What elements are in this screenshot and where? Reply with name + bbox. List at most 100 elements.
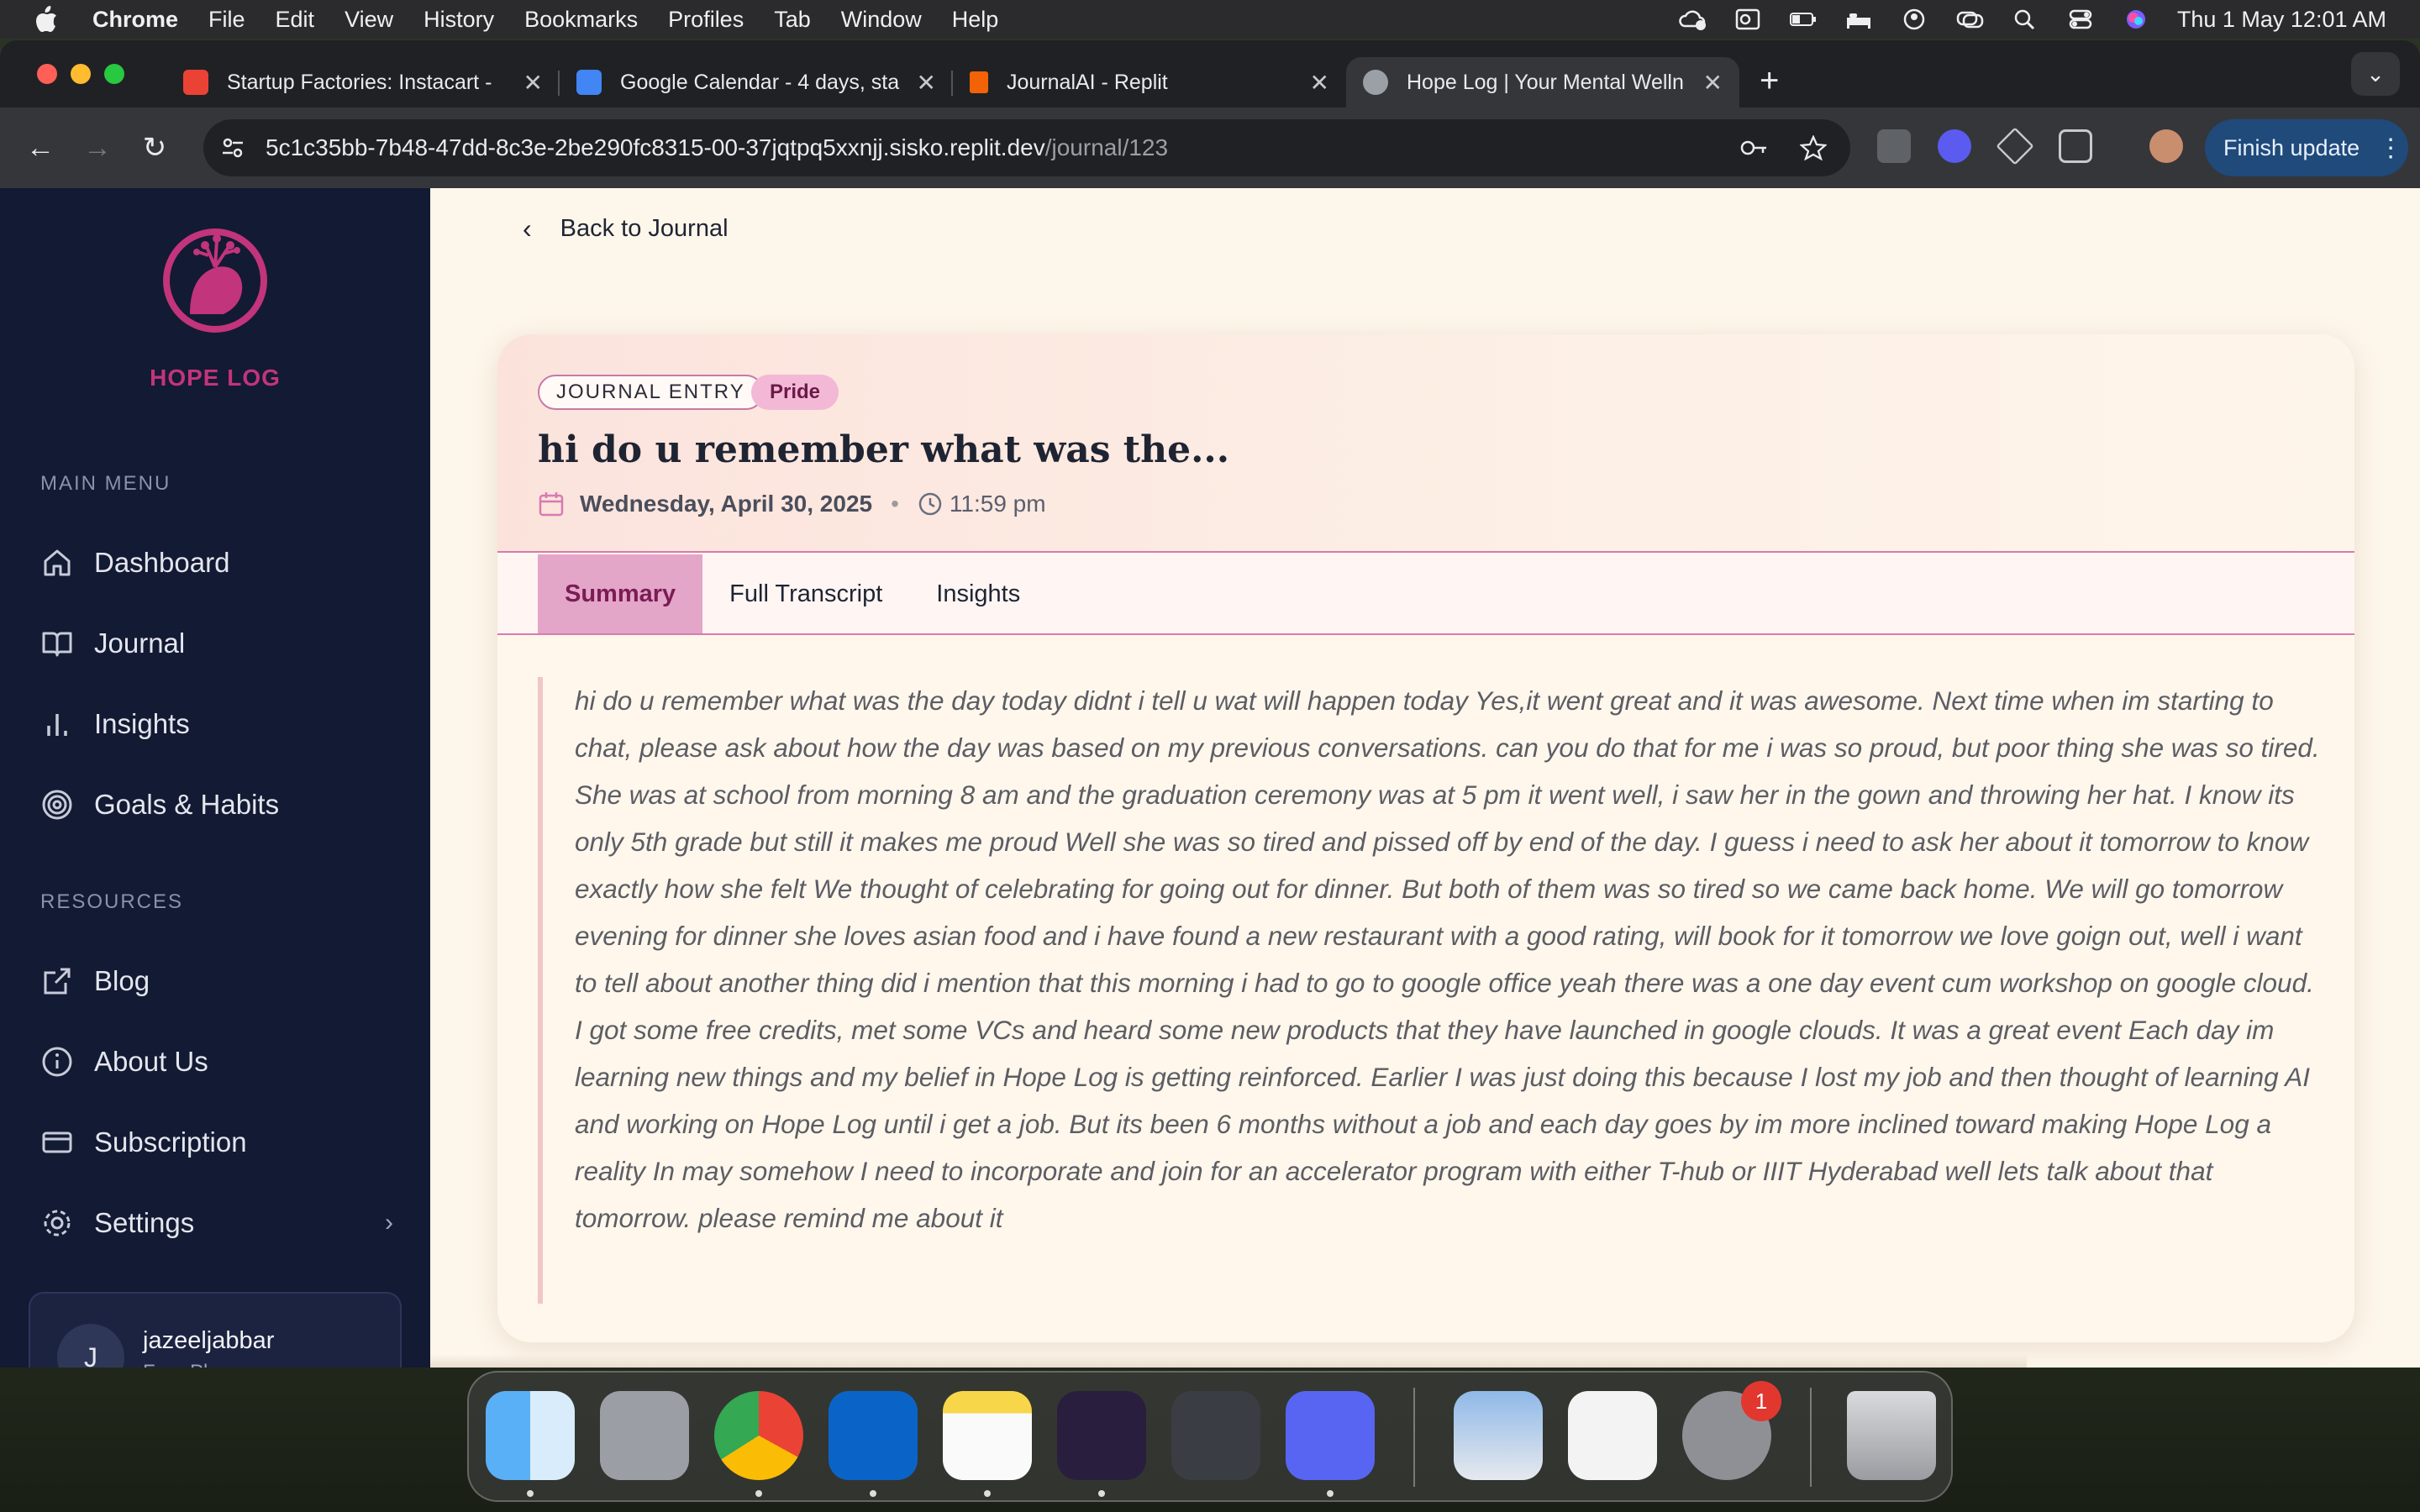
menu-help[interactable]: Help bbox=[952, 7, 999, 33]
close-tab-icon[interactable]: ✕ bbox=[917, 69, 936, 97]
book-open-icon bbox=[42, 632, 72, 657]
drive-extension-icon[interactable] bbox=[1996, 127, 2034, 165]
sidebar-item-blog[interactable]: Blog bbox=[40, 956, 393, 1006]
screen-mirror-icon[interactable] bbox=[1955, 8, 1984, 31]
siri-icon[interactable] bbox=[2122, 8, 2150, 31]
sidebar-item-insights[interactable]: Insights bbox=[40, 699, 393, 749]
tab-summary[interactable]: Summary bbox=[538, 554, 703, 633]
brand-name: HOPE LOG bbox=[150, 365, 281, 391]
extensions-puzzle-icon[interactable] bbox=[2059, 129, 2092, 163]
sidebar-item-journal[interactable]: Journal bbox=[40, 618, 393, 669]
browser-tab-calendar[interactable]: Google Calendar - 4 days, sta ✕ bbox=[560, 57, 953, 108]
outlook-status-icon[interactable] bbox=[1733, 8, 1762, 31]
user-plan: Free Plan bbox=[143, 1361, 230, 1368]
calendar-icon bbox=[539, 492, 564, 517]
url-host: 5c1c35bb-7b48-47dd-8c3e-2be290fc8315-00-… bbox=[266, 134, 1045, 160]
preview-icon[interactable] bbox=[1454, 1391, 1543, 1480]
hope-log-logo-icon[interactable] bbox=[156, 222, 274, 339]
close-tab-icon[interactable]: ✕ bbox=[523, 69, 543, 97]
sidebar-item-dashboard[interactable]: Dashboard bbox=[40, 538, 393, 588]
menu-view[interactable]: View bbox=[345, 7, 393, 33]
replit-icon bbox=[970, 71, 988, 93]
minimize-window-button[interactable] bbox=[71, 64, 91, 84]
macos-menubar: Chrome File Edit View History Bookmarks … bbox=[0, 0, 2420, 39]
outlook-icon[interactable] bbox=[829, 1391, 918, 1480]
code-extension-icon[interactable] bbox=[1877, 129, 1911, 163]
menu-bookmarks[interactable]: Bookmarks bbox=[524, 7, 638, 33]
more-options-icon[interactable]: ⋮ bbox=[2378, 134, 2403, 163]
zoom-window-button[interactable] bbox=[104, 64, 124, 84]
apple-logo-icon[interactable] bbox=[34, 5, 59, 34]
url-text[interactable]: 5c1c35bb-7b48-47dd-8c3e-2be290fc8315-00-… bbox=[266, 134, 1168, 161]
sidebar-item-about-us[interactable]: About Us bbox=[40, 1037, 393, 1087]
bed-icon[interactable] bbox=[1844, 8, 1873, 31]
menubar-clock[interactable]: Thu 1 May 12:01 AM bbox=[2177, 7, 2386, 33]
menu-chrome[interactable]: Chrome bbox=[92, 7, 178, 33]
avatar: J bbox=[57, 1324, 124, 1368]
window-controls bbox=[37, 64, 124, 84]
menu-tab[interactable]: Tab bbox=[774, 7, 811, 33]
sidebar-item-subscription[interactable]: Subscription bbox=[40, 1117, 393, 1168]
google-calendar-icon bbox=[576, 70, 602, 95]
menu-file[interactable]: File bbox=[208, 7, 245, 33]
close-tab-icon[interactable]: ✕ bbox=[1310, 69, 1329, 97]
browser-tab-gmail[interactable]: Startup Factories: Instacart - ✕ bbox=[166, 57, 560, 108]
battery-icon[interactable] bbox=[1789, 8, 1818, 31]
profile-avatar-icon[interactable] bbox=[2149, 129, 2183, 163]
tab-search-button[interactable]: ⌄ bbox=[2351, 52, 2400, 96]
home-icon bbox=[44, 549, 71, 576]
user-account-icon[interactable] bbox=[1900, 8, 1928, 31]
back-arrow-icon[interactable]: ← bbox=[24, 131, 57, 165]
close-tab-icon[interactable]: ✕ bbox=[1703, 69, 1723, 97]
site-settings-icon[interactable] bbox=[220, 135, 245, 160]
meta-separator: • bbox=[891, 491, 899, 517]
sidebar-item-label: About Us bbox=[94, 1046, 208, 1077]
sidebar-item-goals-habits[interactable]: Goals & Habits bbox=[40, 780, 393, 830]
chevron-right-icon: › bbox=[385, 1209, 393, 1236]
menu-edit[interactable]: Edit bbox=[276, 7, 315, 33]
credit-card-icon bbox=[42, 1131, 72, 1153]
perplexity-extension-icon[interactable] bbox=[1938, 129, 1971, 163]
control-center-icon[interactable] bbox=[2066, 8, 2095, 31]
resources-label: RESOURCES bbox=[40, 890, 184, 913]
chrome-icon[interactable] bbox=[714, 1391, 803, 1480]
discord-icon[interactable] bbox=[1286, 1391, 1375, 1480]
menu-window[interactable]: Window bbox=[841, 7, 922, 33]
obsidian-icon[interactable] bbox=[1057, 1391, 1146, 1480]
tab-insights[interactable]: Insights bbox=[909, 554, 1047, 633]
cloud-sync-icon[interactable] bbox=[1678, 8, 1707, 31]
address-bar[interactable]: 5c1c35bb-7b48-47dd-8c3e-2be290fc8315-00-… bbox=[203, 119, 1850, 176]
main-menu-label: MAIN MENU bbox=[40, 472, 171, 495]
password-key-icon[interactable] bbox=[1739, 135, 1770, 160]
entry-header: JOURNAL ENTRY Pride hi do u remember wha… bbox=[497, 334, 2354, 553]
browser-tab-hope-log[interactable]: Hope Log | Your Mental Welln ✕ bbox=[1346, 57, 1739, 108]
finder-icon[interactable] bbox=[486, 1391, 575, 1480]
sidebar-item-settings[interactable]: Settings › bbox=[40, 1198, 393, 1248]
finish-update-button[interactable]: Finish update ⋮ bbox=[2205, 119, 2408, 176]
back-to-journal-link[interactable]: ‹ Back to Journal bbox=[523, 213, 729, 244]
sidebar-item-label: Insights bbox=[94, 708, 190, 739]
reload-icon[interactable]: ↻ bbox=[138, 131, 171, 165]
tab-full-transcript[interactable]: Full Transcript bbox=[702, 554, 909, 633]
browser-tab-replit[interactable]: JournalAI - Replit ✕ bbox=[953, 57, 1346, 108]
menu-profiles[interactable]: Profiles bbox=[668, 7, 744, 33]
web-page: HOPE LOG MAIN MENU Dashboard Journal Ins… bbox=[0, 188, 2420, 1368]
entry-title: hi do u remember what was the... bbox=[538, 428, 1230, 471]
new-tab-button[interactable]: + bbox=[1760, 62, 1779, 100]
spotlight-search-icon[interactable] bbox=[2011, 8, 2039, 31]
clock-icon bbox=[918, 492, 942, 516]
forward-arrow-icon[interactable]: → bbox=[81, 131, 114, 165]
user-profile-card[interactable]: J jazeeljabbar Free Plan bbox=[29, 1292, 402, 1368]
textedit-icon[interactable] bbox=[1568, 1391, 1657, 1480]
close-window-button[interactable] bbox=[37, 64, 57, 84]
journal-entry-card: JOURNAL ENTRY Pride hi do u remember wha… bbox=[497, 334, 2354, 1342]
perplexity-icon[interactable] bbox=[1171, 1391, 1260, 1480]
trash-icon[interactable] bbox=[1847, 1391, 1936, 1480]
menu-history[interactable]: History bbox=[424, 7, 494, 33]
entry-type-badge: JOURNAL ENTRY bbox=[538, 375, 764, 410]
launchpad-icon[interactable] bbox=[600, 1391, 689, 1480]
sidebar-item-label: Settings bbox=[94, 1207, 195, 1238]
bookmark-star-icon[interactable] bbox=[1800, 135, 1827, 160]
notes-icon[interactable] bbox=[943, 1391, 1032, 1480]
target-icon bbox=[42, 790, 72, 820]
